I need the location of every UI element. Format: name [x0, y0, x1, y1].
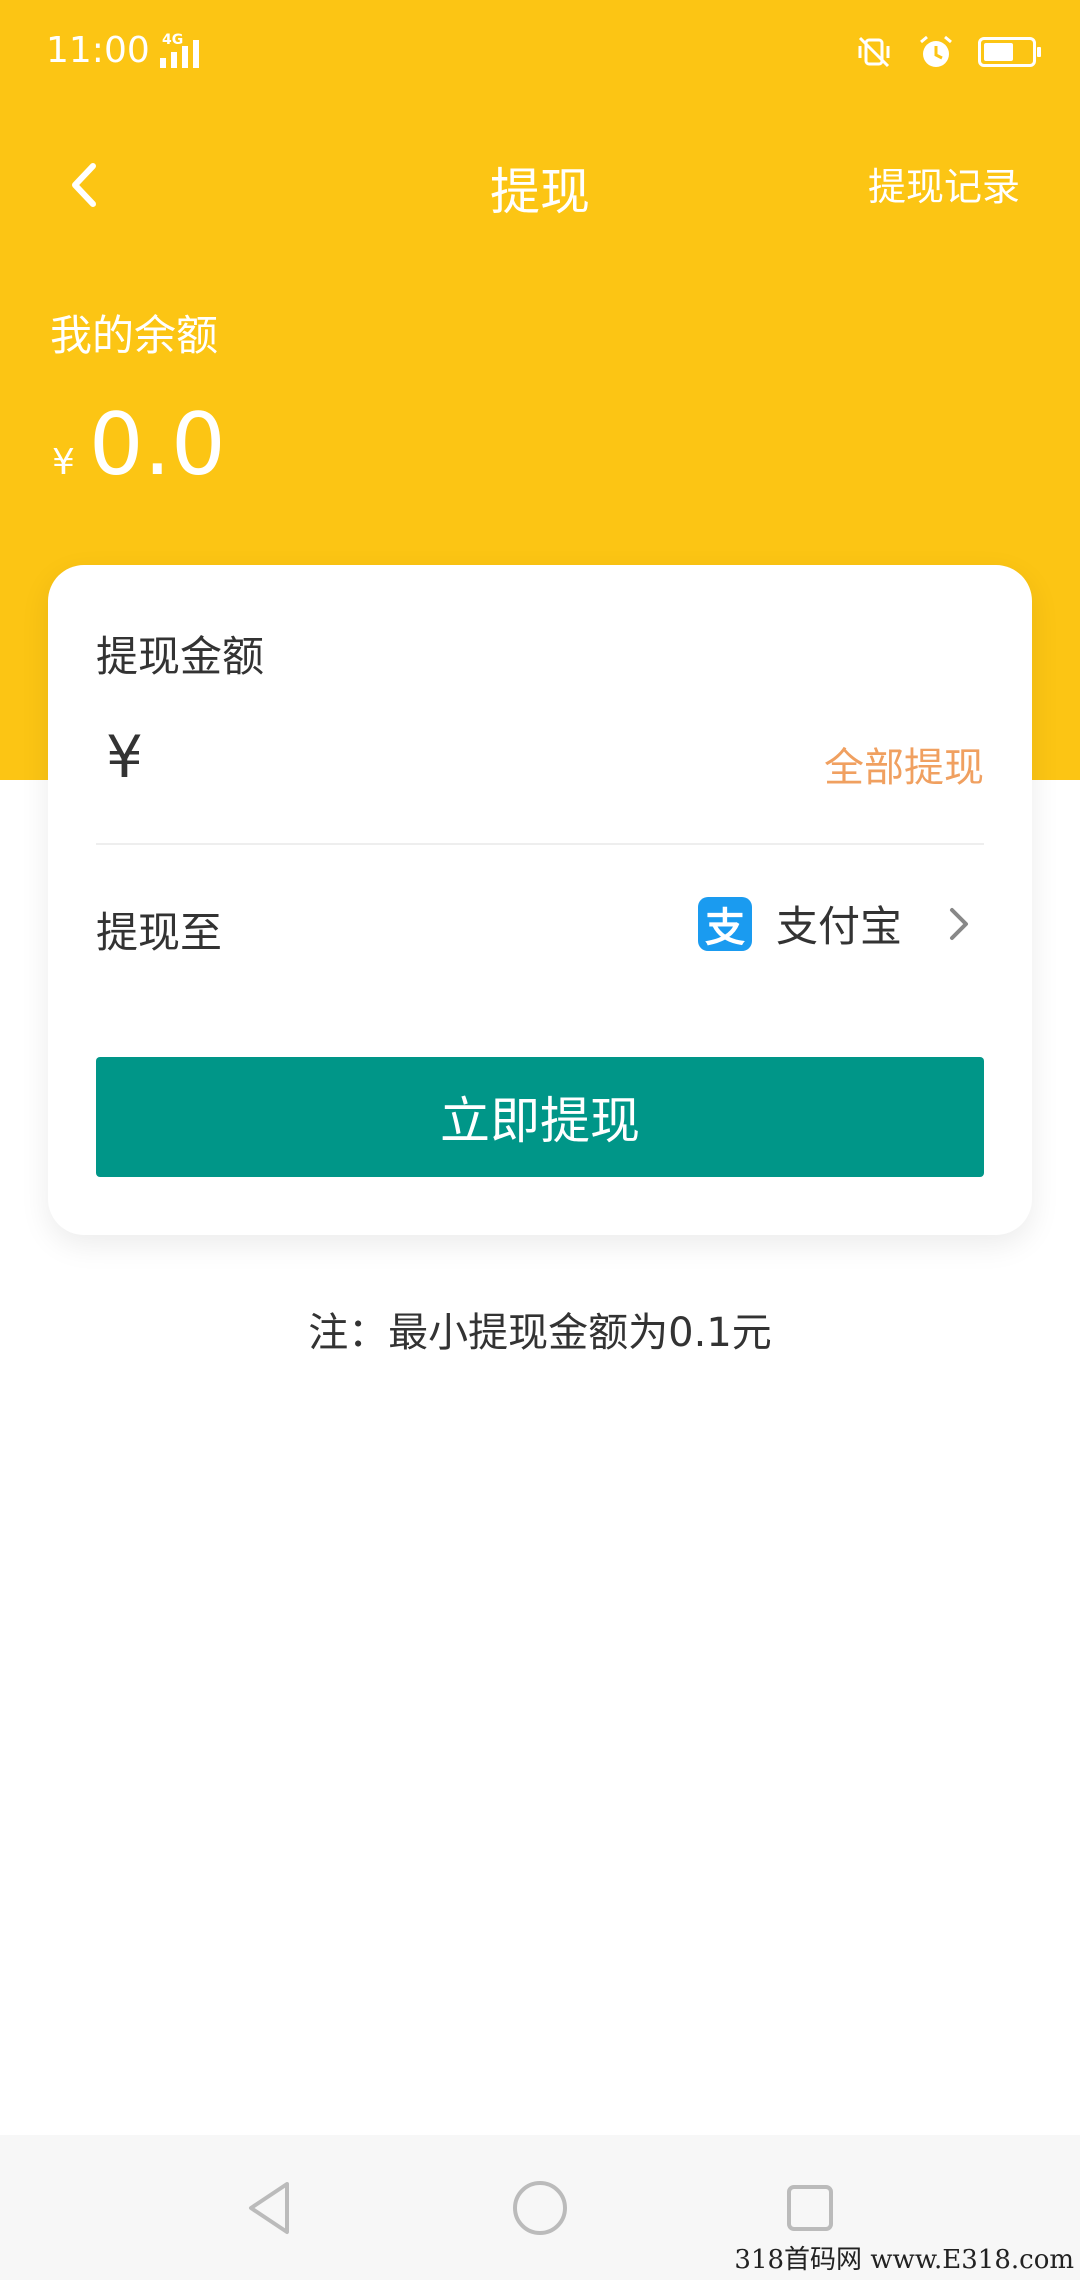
amount-row: ¥ 全部提现 [96, 715, 984, 845]
mute-vibrate-icon [854, 32, 894, 72]
status-time: 11:00 [46, 30, 150, 71]
balance-amount: 0.0 [88, 395, 226, 495]
min-withdraw-note: 注：最小提现金额为0.1元 [308, 1310, 772, 1356]
circle-home-icon [513, 2181, 567, 2235]
alipay-icon: 支 [697, 896, 752, 951]
withdraw-card: 提现金额 ¥ 全部提现 提现至 支 支付宝 立即提现 [48, 565, 1032, 1235]
status-bar: 11:00 4G [0, 0, 1080, 110]
system-nav-bar: 318首码网 www.E318.com [0, 2135, 1080, 2280]
withdraw-all-button[interactable]: 全部提现 [824, 735, 984, 793]
network-type: 4G [162, 32, 184, 48]
chevron-right-icon [944, 904, 974, 944]
balance-currency: ¥ [52, 442, 75, 483]
withdraw-now-button[interactable]: 立即提现 [96, 1057, 984, 1177]
system-back-button[interactable] [235, 2173, 305, 2243]
battery-icon [978, 37, 1041, 67]
system-recents-button[interactable] [775, 2173, 845, 2243]
watermark: 318首码网 www.E318.com [734, 2245, 1074, 2275]
destination-label: 提现至 [96, 908, 223, 957]
withdraw-destination-row[interactable]: 提现至 支 支付宝 [96, 875, 984, 975]
withdraw-amount-label: 提现金额 [96, 632, 265, 681]
signal-icon: 4G [160, 32, 199, 68]
destination-selector[interactable]: 支 支付宝 [697, 893, 974, 954]
triangle-back-icon [249, 2182, 289, 2234]
balance-label: 我的余额 [50, 311, 219, 360]
withdraw-history-link[interactable]: 提现记录 [868, 156, 1020, 211]
alarm-icon [916, 32, 956, 72]
balance-display: ¥ 0.0 [52, 395, 226, 495]
destination-name: 支付宝 [775, 902, 902, 951]
square-recents-icon [787, 2185, 833, 2231]
amount-input[interactable] [186, 725, 786, 795]
back-button[interactable] [50, 150, 120, 220]
amount-currency: ¥ [106, 723, 143, 791]
chevron-left-icon [72, 163, 96, 207]
status-icons [854, 32, 1041, 72]
system-home-button[interactable] [505, 2173, 575, 2243]
